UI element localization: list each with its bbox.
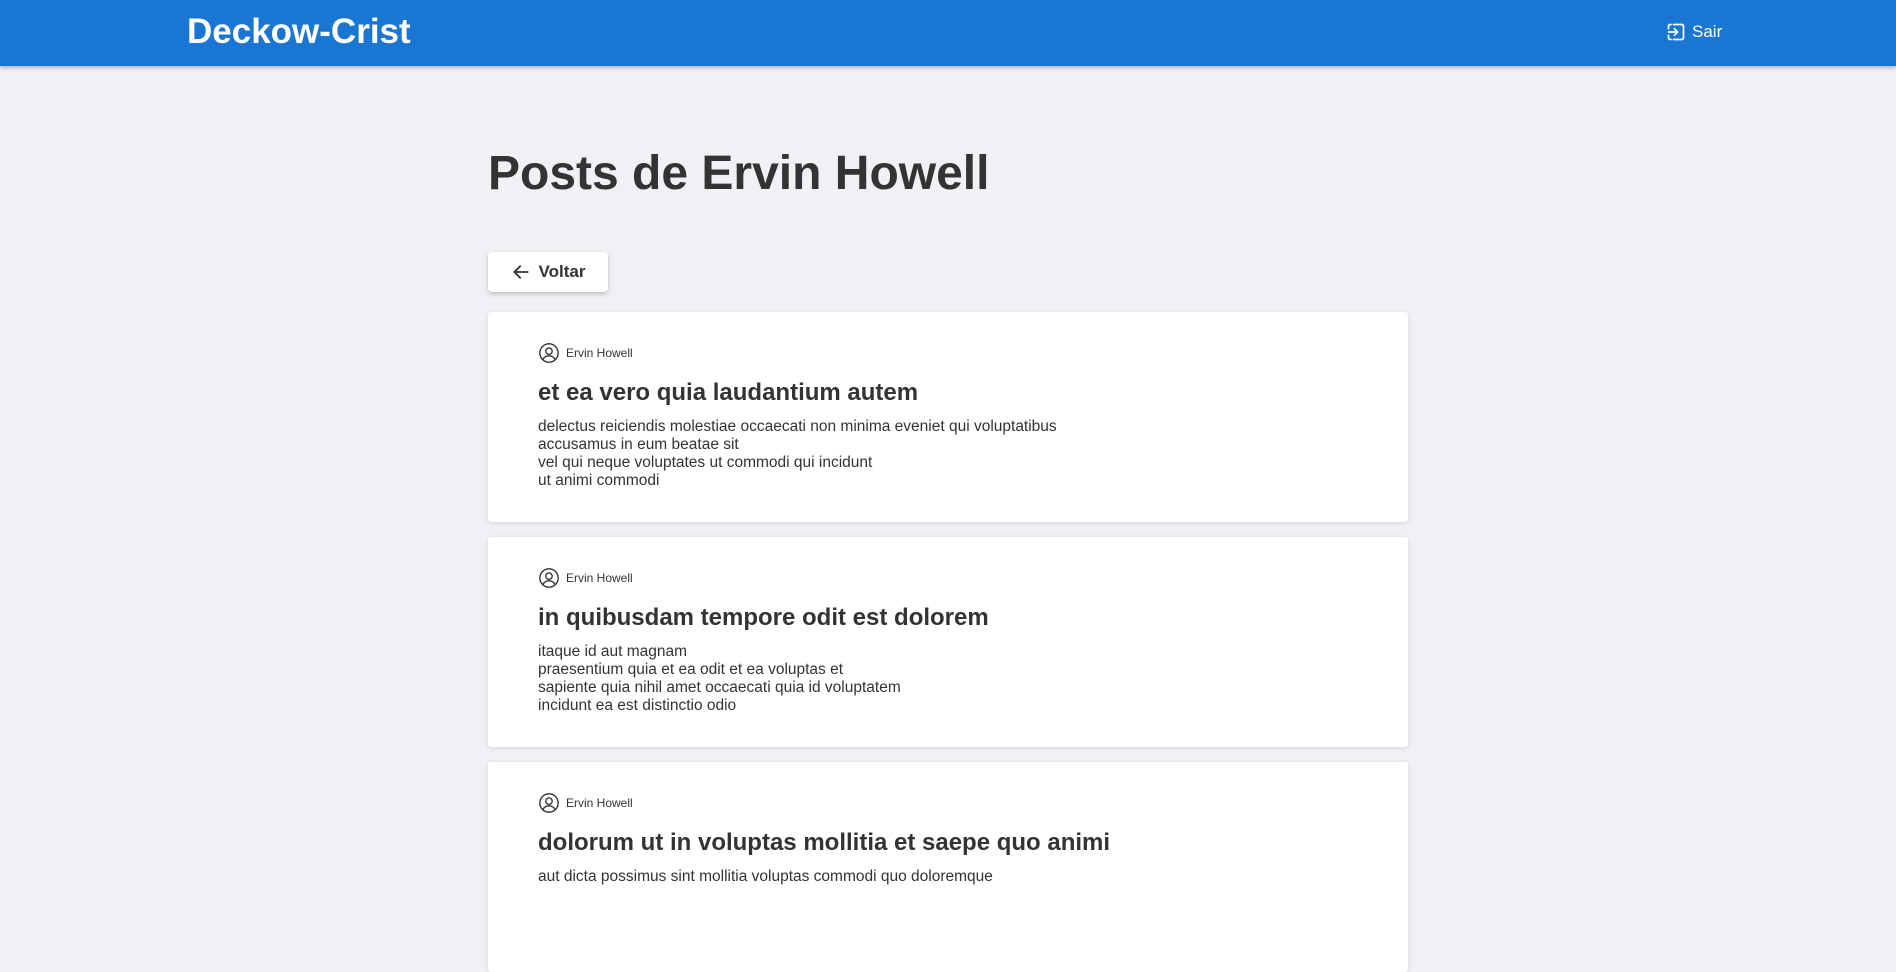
logout-icon: [1666, 22, 1686, 42]
user-circle-icon: [538, 342, 560, 364]
post-body: aut dicta possimus sint mollitia volupta…: [538, 868, 993, 885]
user-circle-icon: [538, 792, 560, 814]
post-author-name: Ervin Howell: [566, 571, 633, 585]
post-title[interactable]: et ea vero quia laudantium autem: [538, 378, 1358, 408]
post-card: Ervin Howell dolorum ut in voluptas moll…: [488, 762, 1408, 972]
post-author: Ervin Howell: [538, 792, 1358, 814]
post-author-name: Ervin Howell: [566, 796, 633, 810]
post-body: delectus reiciendis molestiae occaecati …: [538, 418, 1057, 489]
post-card: Ervin Howell in quibusdam tempore odit e…: [488, 537, 1408, 747]
logout-label: Sair: [1692, 22, 1723, 41]
post-title[interactable]: dolorum ut in voluptas mollitia et saepe…: [538, 828, 1358, 858]
back-button[interactable]: Voltar: [488, 252, 608, 292]
user-circle-icon: [538, 567, 560, 589]
post-author: Ervin Howell: [538, 342, 1358, 364]
top-app-bar: Deckow-Crist Sair: [0, 0, 1896, 66]
back-button-label: Voltar: [538, 262, 586, 281]
arrow-left-icon: [511, 262, 531, 282]
page-title: Posts de Ervin Howell: [488, 147, 990, 200]
post-card: Ervin Howell et ea vero quia laudantium …: [488, 312, 1408, 522]
post-title[interactable]: in quibusdam tempore odit est dolorem: [538, 603, 1358, 633]
app-brand: Deckow-Crist: [187, 12, 411, 51]
logout-button[interactable]: Sair: [1666, 20, 1722, 44]
post-body: itaque id aut magnam praesentium quia et…: [538, 643, 901, 714]
post-author-name: Ervin Howell: [566, 346, 633, 360]
post-author: Ervin Howell: [538, 567, 1358, 589]
